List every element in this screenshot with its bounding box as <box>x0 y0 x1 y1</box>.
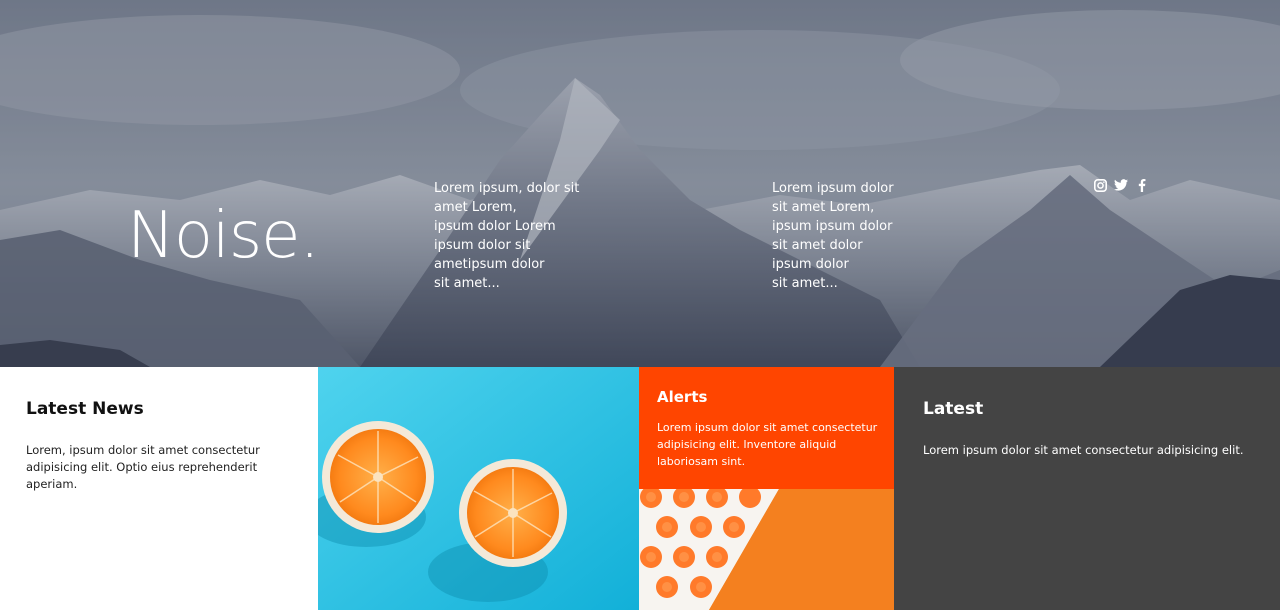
oranges-image <box>318 367 639 610</box>
oranges-photo <box>318 367 639 610</box>
latest-body: Lorem ipsum dolor sit amet consectetur a… <box>923 443 1244 457</box>
hero-text-column-2: Lorem ipsum dolor sit amet Lorem, ipsum … <box>772 181 894 291</box>
twitter-icon[interactable] <box>1114 178 1128 192</box>
latest-news-panel: Latest News Lorem, ipsum dolor sit amet … <box>0 367 318 610</box>
social-links <box>1093 178 1149 192</box>
latest-news-body: Lorem, ipsum dolor sit amet consectetur … <box>26 443 260 491</box>
hero-text-column-1: Lorem ipsum, dolor sit amet Lorem, ipsum… <box>434 181 580 291</box>
instagram-icon[interactable] <box>1093 178 1107 192</box>
facebook-icon[interactable] <box>1135 178 1149 192</box>
carrots-image <box>639 489 894 610</box>
latest-panel: Latest Lorem ipsum dolor sit amet consec… <box>894 367 1280 610</box>
brand-logo[interactable]: Noise. <box>127 196 320 276</box>
alerts-panel: Alerts Lorem ipsum dolor sit amet consec… <box>639 367 894 610</box>
latest-news-title: Latest News <box>26 399 144 419</box>
alerts-title: Alerts <box>657 388 708 406</box>
latest-title: Latest <box>923 399 984 419</box>
hero-overlay <box>0 0 1280 367</box>
alerts-body: Lorem ipsum dolor sit amet consectetur a… <box>657 421 878 468</box>
alerts-card: Alerts Lorem ipsum dolor sit amet consec… <box>639 367 894 489</box>
hero-banner: Noise. Lorem ipsum, dolor sit amet Lorem… <box>0 0 1280 367</box>
